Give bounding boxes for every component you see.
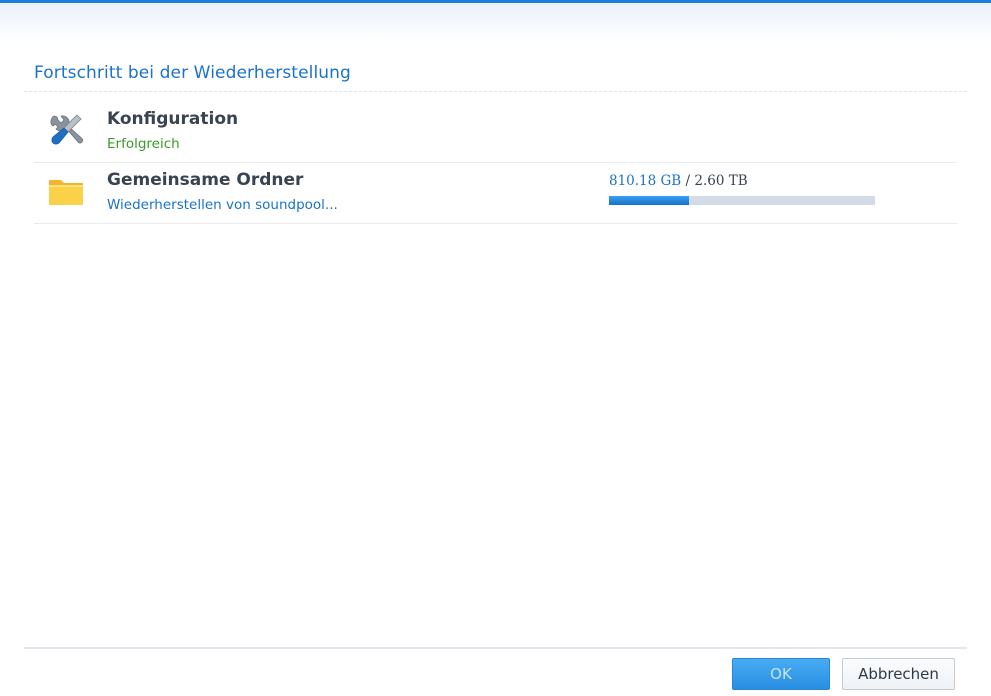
task-row-configuration: Konfiguration Erfolgreich	[34, 101, 957, 163]
footer-divider	[24, 647, 967, 649]
progress-bar-fill	[609, 196, 689, 205]
total-size: 2.60 TB	[694, 173, 748, 189]
task-status-progress: Wiederherstellen von soundpool...	[107, 197, 338, 213]
restore-progress-dialog: Fortschritt bei der Wiederherstellung Ko…	[0, 0, 991, 696]
folder-icon	[49, 180, 83, 205]
page-title: Fortschritt bei der Wiederherstellung	[34, 63, 351, 83]
size-readout: 810.18 GB / 2.60 TB	[609, 173, 748, 189]
task-row-shared-folders: Gemeinsame Ordner Wiederherstellen von s…	[34, 162, 957, 224]
progress-bar	[609, 196, 875, 205]
tools-icon	[50, 114, 84, 145]
size-separator: /	[685, 173, 691, 189]
restored-size: 810.18 GB	[609, 173, 682, 189]
title-divider	[24, 91, 967, 92]
task-name: Konfiguration	[107, 109, 239, 129]
task-name: Gemeinsame Ordner	[107, 170, 304, 190]
header-band	[0, 3, 991, 43]
task-status-success: Erfolgreich	[107, 136, 180, 152]
ok-button[interactable]: OK	[732, 658, 830, 690]
cancel-button[interactable]: Abbrechen	[842, 658, 955, 690]
